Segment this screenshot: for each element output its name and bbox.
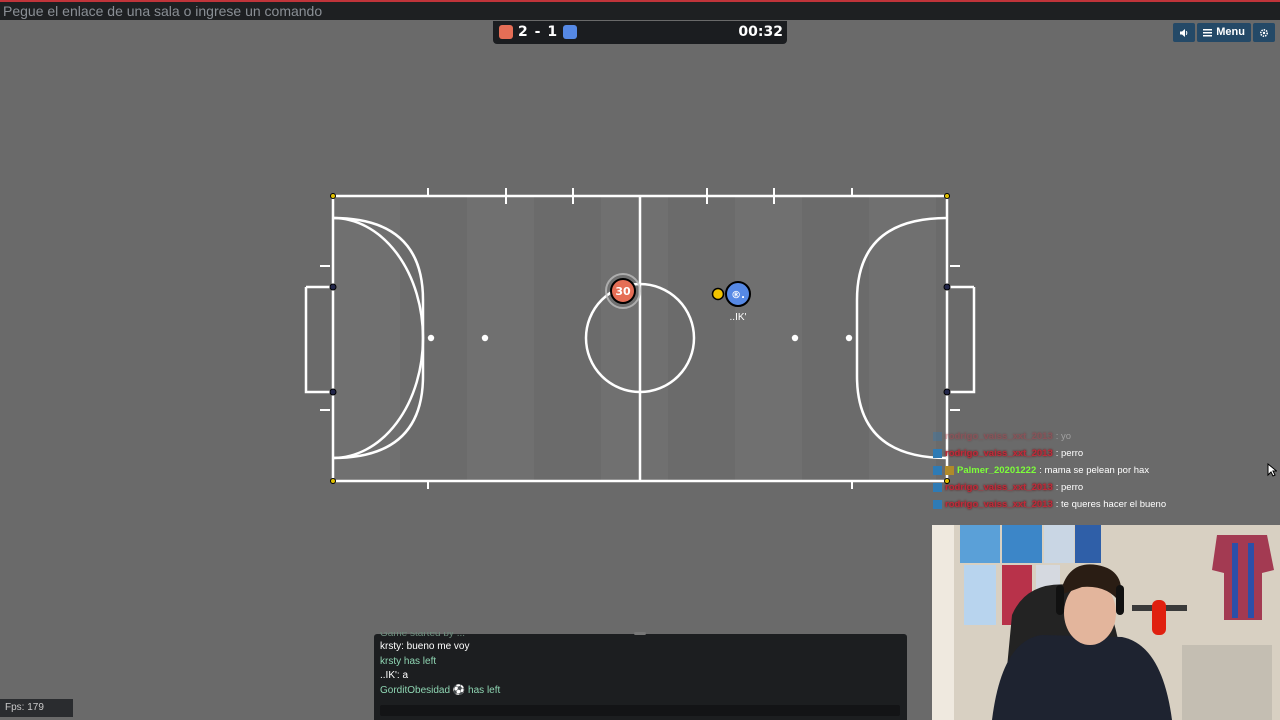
chat-text: : perro: [1055, 448, 1084, 459]
flag-icon: [933, 483, 942, 492]
fps-counter: Fps: 179: [0, 699, 73, 717]
chat-notice: krsty has left: [380, 655, 437, 667]
ingame-chat-message: Palmer_20201222: mama se pelean por hax: [933, 462, 1273, 479]
chat-text: : te queres hacer el bueno: [1055, 499, 1167, 510]
red-player-avatar: 30: [615, 285, 631, 298]
chat-input[interactable]: [380, 705, 900, 716]
chat-nick: rodrigo_vaiss_xxt_2013: [945, 448, 1053, 459]
flag-icon: [933, 449, 942, 458]
flag-icon: [933, 466, 942, 475]
flag-icon: [933, 432, 942, 441]
ball: [711, 287, 725, 301]
flag-icon: [933, 500, 942, 509]
ingame-chat-message: rodrigo_vaiss_xxt_2013: yo: [933, 428, 1273, 445]
blue-player-name: ..IK': [730, 312, 747, 323]
ingame-chat-message: rodrigo_vaiss_xxt_2013: te queres hacer …: [933, 496, 1273, 513]
chat-nick: rodrigo_vaiss_xxt_2013: [945, 499, 1053, 510]
webcam-scene: [932, 525, 1280, 720]
mouse-cursor-icon: [1267, 463, 1277, 477]
blue-player-avatar: ®.: [731, 290, 745, 301]
ingame-chat-message: rodrigo_vaiss_xxt_2013: perro: [933, 479, 1273, 496]
ingame-chat-message: rodrigo_vaiss_xxt_2013: perro: [933, 445, 1273, 462]
chat-nick: rodrigo_vaiss_xxt_2013: [945, 431, 1053, 442]
chat-line: ..IK': a: [380, 670, 409, 681]
chat-notice: GorditObesidad ⚽ has left: [380, 684, 501, 696]
chat-nick: Palmer_20201222: [957, 465, 1037, 476]
chat-text: : yo: [1055, 431, 1072, 442]
chat-text: : perro: [1055, 482, 1084, 493]
chat-log: Game started by ... krsty: bueno me voy …: [380, 632, 900, 698]
chat-panel: Game started by ... krsty: bueno me voy …: [374, 632, 907, 720]
chat-text: : mama se pelean por hax: [1039, 465, 1150, 476]
chat-line: krsty: bueno me voy: [380, 641, 470, 652]
chat-nick: rodrigo_vaiss_xxt_2013: [945, 482, 1053, 493]
streamer-webcam: [932, 525, 1280, 720]
chat-line-clipped: Game started by ...: [380, 632, 466, 639]
ingame-chat-overlay: rodrigo_vaiss_xxt_2013: yo rodrigo_vaiss_…: [933, 428, 1273, 513]
badge-icon: [945, 466, 954, 475]
